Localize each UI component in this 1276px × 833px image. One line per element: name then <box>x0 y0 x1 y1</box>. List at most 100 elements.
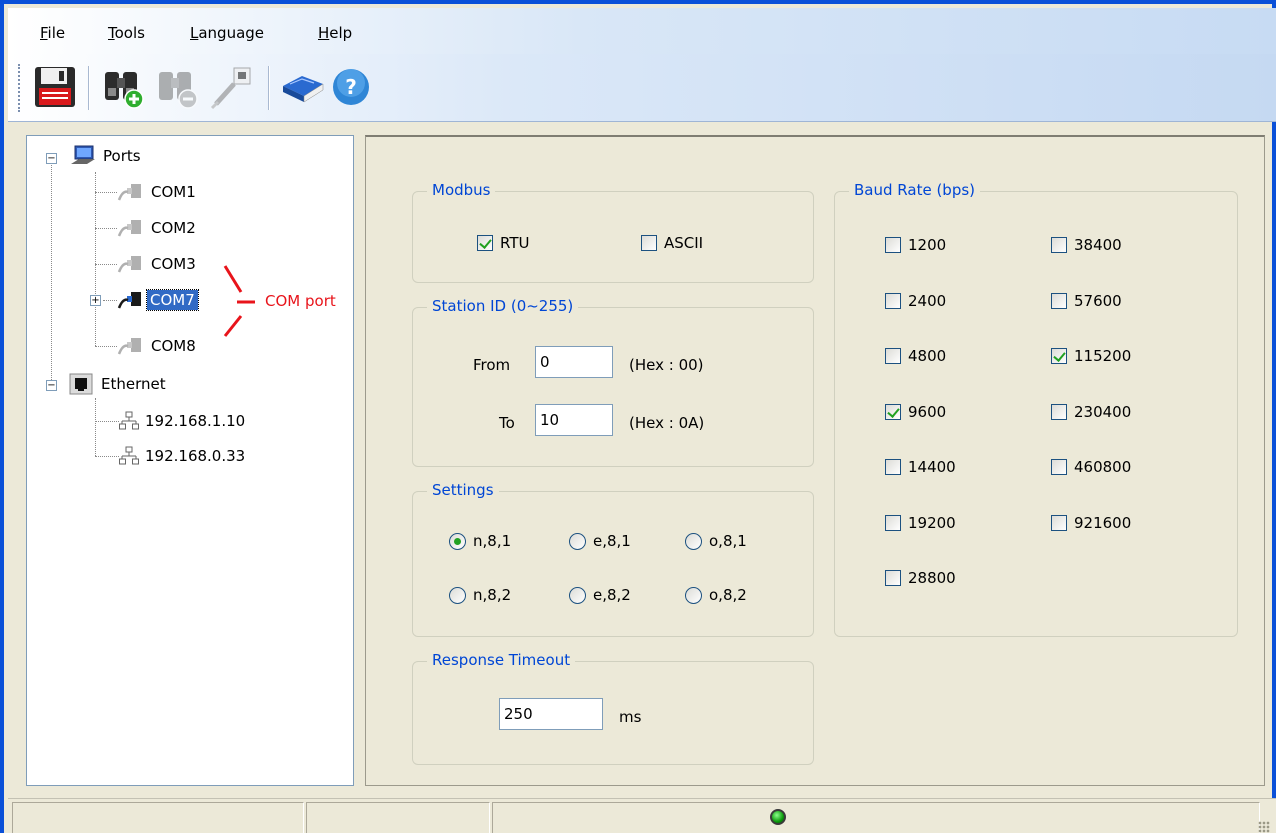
radio-circle <box>569 586 586 604</box>
tree-line <box>51 158 52 386</box>
tree-node-com[interactable]: COM1 <box>117 180 196 204</box>
tree-line <box>95 421 119 422</box>
annotation-label: COM port <box>265 292 336 310</box>
toolbar-separator <box>88 66 90 110</box>
menu-language[interactable]: Language <box>190 24 264 42</box>
toolbar-separator <box>268 66 270 110</box>
radio-circle <box>449 586 466 604</box>
baud-1200-checkbox[interactable]: 1200 <box>885 236 946 254</box>
serial-plug-icon <box>117 252 145 276</box>
tree-line <box>95 346 117 347</box>
svg-text:?: ? <box>345 75 357 99</box>
checkbox-box <box>477 235 493 251</box>
radio-e82[interactable]: e,8,2 <box>569 586 631 604</box>
checkbox-box <box>1051 515 1067 531</box>
checkbox-box <box>1051 293 1067 309</box>
checkbox-box <box>1051 348 1067 364</box>
menu-tools[interactable]: Tools <box>108 24 145 42</box>
station-id-legend: Station ID (0~255) <box>427 297 579 315</box>
baud-14400-checkbox[interactable]: 14400 <box>885 458 956 476</box>
serial-plug-icon <box>117 180 145 204</box>
remove-device-icon[interactable] <box>154 64 200 110</box>
tree-line <box>103 300 117 301</box>
radio-o81[interactable]: o,8,1 <box>685 532 747 550</box>
tree-node-ethernet[interactable]: Ethernet <box>69 372 166 396</box>
tree-line <box>95 228 117 229</box>
device-tree[interactable]: − Ports COM1 COM2 COM3 + COM7 COM8 COM p… <box>26 135 354 786</box>
baud-921600-checkbox[interactable]: 921600 <box>1051 514 1131 532</box>
serial-plug-icon <box>117 216 145 240</box>
checkbox-box <box>885 404 901 420</box>
tree-node-ports[interactable]: Ports <box>69 144 141 168</box>
collapse-toggle[interactable]: − <box>46 153 57 164</box>
collapse-toggle[interactable]: − <box>46 380 57 391</box>
tree-node-com[interactable]: COM2 <box>117 216 196 240</box>
menu-file[interactable]: File <box>40 24 65 42</box>
station-id-group: Station ID (0~255) From (Hex : 00) To (H… <box>412 297 814 467</box>
radio-n81[interactable]: n,8,1 <box>449 532 511 550</box>
baud-4800-checkbox[interactable]: 4800 <box>885 347 946 365</box>
tree-node-com[interactable]: COM8 <box>117 334 196 358</box>
checkbox-box <box>885 515 901 531</box>
from-hex-label: (Hex : 00) <box>629 356 704 374</box>
status-panel <box>12 802 304 833</box>
status-bar <box>8 798 1276 833</box>
settings-group: Settings n,8,1 e,8,1 o,8,1 n,8,2 e,8,2 o… <box>412 481 814 637</box>
radio-circle <box>569 532 586 550</box>
menu-bar: File Tools Language Help <box>8 8 1276 54</box>
baud-2400-checkbox[interactable]: 2400 <box>885 292 946 310</box>
connect-icon[interactable] <box>208 64 254 110</box>
connection-status-icon <box>770 809 786 825</box>
tree-node-ip[interactable]: 192.168.0.33 <box>119 444 245 468</box>
baud-115200-checkbox[interactable]: 115200 <box>1051 347 1131 365</box>
manual-icon[interactable] <box>280 64 326 110</box>
ethernet-port-icon <box>69 373 93 395</box>
status-panel <box>306 802 490 833</box>
timeout-unit-label: ms <box>619 708 642 726</box>
station-to-input[interactable] <box>535 404 613 436</box>
baud-9600-checkbox[interactable]: 9600 <box>885 403 946 421</box>
checkbox-box <box>1051 459 1067 475</box>
tree-line <box>95 192 117 193</box>
baud-38400-checkbox[interactable]: 38400 <box>1051 236 1122 254</box>
checkbox-box <box>885 293 901 309</box>
about-icon[interactable]: ? <box>328 64 374 110</box>
toolbar: ? <box>8 54 1276 122</box>
rtu-checkbox[interactable]: RTU <box>477 234 529 252</box>
resize-grip-icon[interactable] <box>1258 821 1270 833</box>
checkbox-box <box>1051 404 1067 420</box>
checkbox-box <box>885 237 901 253</box>
baud-230400-checkbox[interactable]: 230400 <box>1051 403 1131 421</box>
tree-node-ip[interactable]: 192.168.1.10 <box>119 409 245 433</box>
baud-28800-checkbox[interactable]: 28800 <box>885 569 956 587</box>
checkbox-box <box>885 459 901 475</box>
modbus-legend: Modbus <box>427 181 496 199</box>
tree-node-com-selected[interactable]: COM7 <box>117 288 199 312</box>
radio-circle <box>449 532 466 550</box>
baud-19200-checkbox[interactable]: 19200 <box>885 514 956 532</box>
radio-o82[interactable]: o,8,2 <box>685 586 747 604</box>
baud-460800-checkbox[interactable]: 460800 <box>1051 458 1131 476</box>
tree-node-com[interactable]: COM3 <box>117 252 196 276</box>
network-icon <box>119 411 139 431</box>
application-window: File Tools Language Help ? − Ports COM1 … <box>0 0 1276 833</box>
serial-plug-icon <box>117 334 145 358</box>
baud-rate-legend: Baud Rate (bps) <box>849 181 981 199</box>
station-from-input[interactable] <box>535 346 613 378</box>
modbus-group: Modbus RTU ASCII <box>412 181 814 283</box>
add-device-icon[interactable] <box>100 64 146 110</box>
tree-line <box>95 398 96 456</box>
expand-toggle[interactable]: + <box>90 295 101 306</box>
save-icon[interactable] <box>32 64 78 110</box>
radio-n82[interactable]: n,8,2 <box>449 586 511 604</box>
menu-help[interactable]: Help <box>318 24 352 42</box>
baud-57600-checkbox[interactable]: 57600 <box>1051 292 1122 310</box>
toolbar-grip[interactable] <box>18 64 21 112</box>
timeout-input[interactable] <box>499 698 603 730</box>
to-hex-label: (Hex : 0A) <box>629 414 705 432</box>
settings-panel: Modbus RTU ASCII Station ID (0~255) From… <box>365 135 1265 786</box>
network-icon <box>119 446 139 466</box>
ascii-checkbox[interactable]: ASCII <box>641 234 703 252</box>
status-panel <box>492 802 1260 833</box>
radio-e81[interactable]: e,8,1 <box>569 532 631 550</box>
